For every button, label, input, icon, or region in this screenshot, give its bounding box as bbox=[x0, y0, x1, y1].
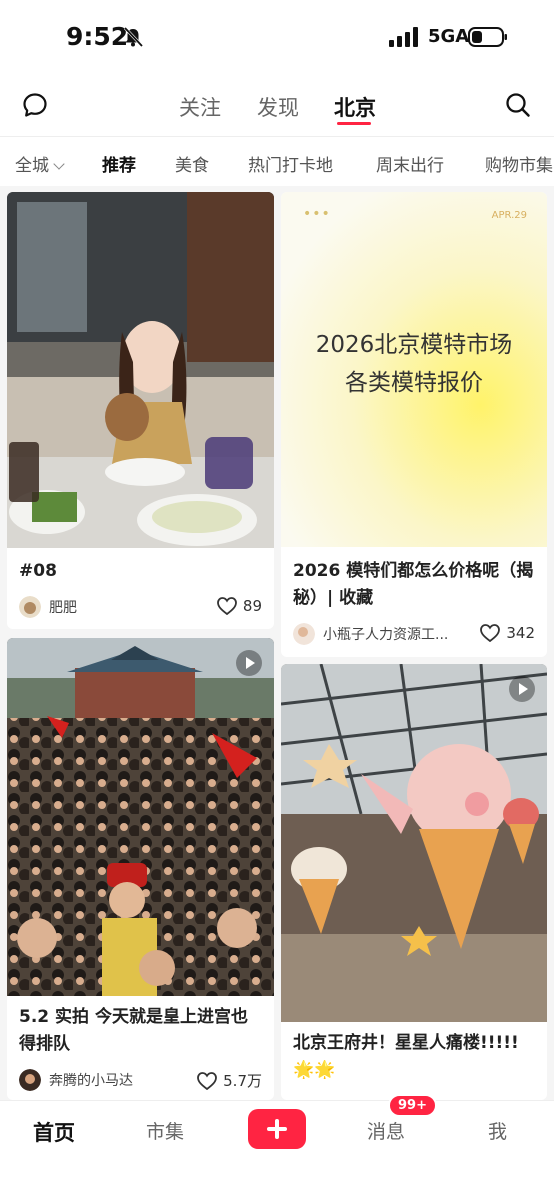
add-post-button[interactable] bbox=[248, 1109, 306, 1149]
network-type: 5GA bbox=[428, 26, 470, 47]
like-button[interactable]: 89 bbox=[217, 597, 262, 615]
active-tab-indicator bbox=[337, 122, 371, 125]
nav-me[interactable]: 我 bbox=[488, 1117, 507, 1144]
poster-subheadline: 各类模特报价 bbox=[345, 370, 483, 396]
bell-mute-icon bbox=[123, 26, 144, 48]
battery-icon bbox=[468, 27, 507, 47]
filter-city[interactable]: 全城 bbox=[15, 151, 65, 176]
tab-discover[interactable]: 发现 bbox=[257, 92, 299, 122]
like-button[interactable]: 5.7万 bbox=[197, 1070, 262, 1091]
feed-card[interactable]: #08 肥肥 89 bbox=[7, 192, 274, 629]
filter-weekend[interactable]: 周末出行 bbox=[376, 151, 444, 176]
filter-bar: 全城 推荐 美食 热门打卡地 周末出行 购物市集 bbox=[0, 136, 554, 186]
messages-badge: 99+ bbox=[388, 1094, 437, 1117]
card-title: 2026 模特们都怎么价格呢（揭秘）| 收藏 bbox=[293, 561, 534, 608]
card-title: #08 bbox=[19, 561, 57, 581]
search-icon[interactable] bbox=[505, 92, 531, 118]
filter-hot-spots[interactable]: 热门打卡地 bbox=[248, 151, 333, 176]
heart-icon bbox=[197, 1071, 218, 1090]
like-button[interactable]: 342 bbox=[480, 624, 535, 642]
post-image-poster: ••• APR.29 2026北京模特市场 各类模特报价 bbox=[281, 192, 547, 547]
status-bar: 9:52 5GA bbox=[0, 0, 554, 72]
status-time: 9:52 bbox=[66, 22, 129, 51]
bottom-nav: 首页 市集 消息 99+ 我 bbox=[0, 1094, 554, 1200]
avatar bbox=[19, 1069, 41, 1091]
signal-icon bbox=[389, 27, 418, 47]
filter-shopping[interactable]: 购物市集 bbox=[485, 151, 553, 176]
tab-beijing[interactable]: 北京 bbox=[334, 92, 376, 122]
avatar bbox=[293, 623, 315, 645]
author-name: 肥肥 bbox=[49, 600, 77, 616]
like-count: 342 bbox=[506, 624, 535, 642]
card-author[interactable]: 小瓶子人力资源工... bbox=[293, 622, 448, 646]
feed-card[interactable]: 5.2 实拍 今天就是皇上进宫也得排队 奔腾的小马达 5.7万 bbox=[7, 638, 274, 1100]
poster-headline: 2026北京模特市场 bbox=[315, 332, 513, 358]
tab-following[interactable]: 关注 bbox=[179, 92, 221, 122]
like-count: 5.7万 bbox=[223, 1072, 262, 1090]
filter-food[interactable]: 美食 bbox=[175, 151, 209, 176]
post-image-crowd bbox=[7, 638, 274, 996]
card-author[interactable]: 肥肥 bbox=[19, 595, 77, 619]
nav-home[interactable]: 首页 bbox=[33, 1117, 75, 1147]
chat-bubble-icon[interactable] bbox=[22, 92, 48, 118]
card-title: 5.2 实拍 今天就是皇上进宫也得排队 bbox=[19, 1007, 248, 1054]
poster-date: APR.29 bbox=[491, 210, 527, 221]
heart-icon bbox=[217, 597, 237, 615]
chevron-down-icon bbox=[53, 158, 65, 170]
post-image-mall bbox=[281, 664, 547, 1022]
filter-recommended[interactable]: 推荐 bbox=[102, 151, 136, 176]
feed-card[interactable]: 北京王府井！星星人痛楼!!!!! 🌟🌟 bbox=[281, 664, 547, 1100]
video-play-icon bbox=[236, 650, 262, 676]
top-nav: 关注 发现 北京 bbox=[0, 72, 554, 136]
heart-icon bbox=[480, 624, 501, 642]
post-image-restaurant bbox=[7, 192, 274, 548]
author-name: 小瓶子人力资源工... bbox=[323, 627, 449, 643]
poster-dots: ••• bbox=[303, 206, 331, 222]
avatar bbox=[19, 596, 41, 618]
card-title: 北京王府井！星星人痛楼!!!!! 🌟🌟 bbox=[293, 1033, 519, 1080]
like-count: 89 bbox=[242, 597, 262, 615]
card-author[interactable]: 奔腾的小马达 bbox=[19, 1068, 133, 1092]
nav-messages[interactable]: 消息 bbox=[367, 1117, 405, 1144]
feed-card[interactable]: ••• APR.29 2026北京模特市场 各类模特报价 2026 模特们都怎么… bbox=[281, 192, 547, 657]
nav-market[interactable]: 市集 bbox=[146, 1117, 184, 1144]
author-name: 奔腾的小马达 bbox=[49, 1073, 133, 1089]
video-play-icon bbox=[509, 676, 535, 702]
